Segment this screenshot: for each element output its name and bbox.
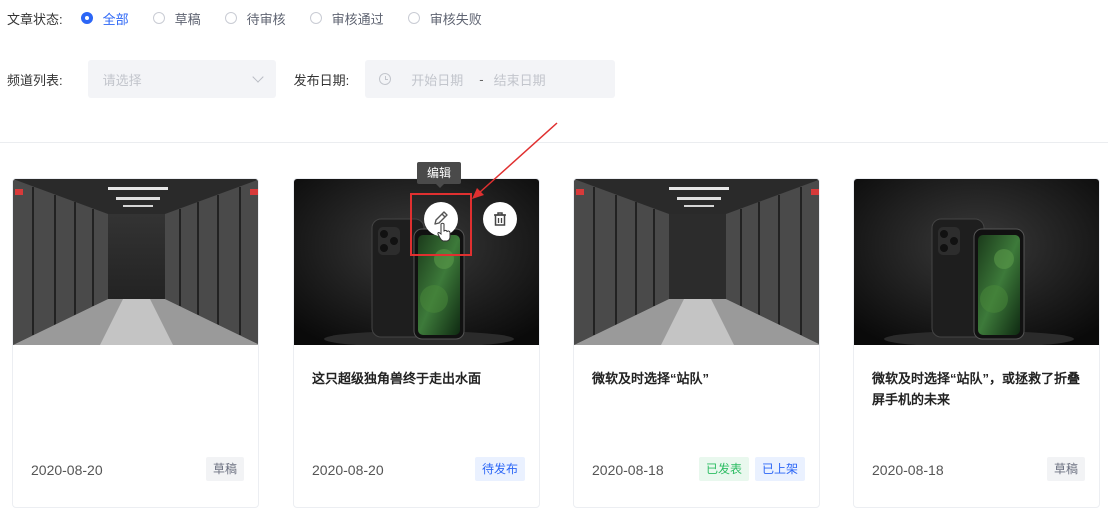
- article-title: 微软及时选择“站队”，或拯救了折叠屏手机的未来: [872, 371, 1081, 407]
- status-option-label: 草稿: [174, 11, 201, 27]
- channel-label: 频道列表:: [7, 72, 63, 88]
- date-separator: -: [479, 71, 484, 87]
- status-option-label: 待审核: [246, 11, 286, 27]
- article-date: 2020-08-20: [31, 462, 103, 478]
- trash-icon: [494, 212, 506, 226]
- publish-date-label: 发布日期:: [293, 72, 350, 88]
- status-filter: 文章状态: 全部 草稿 待审核 审核通过 审核失败: [7, 8, 482, 28]
- article-card[interactable]: 微软及时选择“站队”，或拯救了折叠屏手机的未来 2020-08-18 草稿: [853, 178, 1100, 508]
- status-badge: 已上架: [754, 457, 805, 481]
- divider: [0, 142, 1108, 143]
- delete-button[interactable]: [483, 202, 517, 236]
- end-date-placeholder[interactable]: 结束日期: [494, 70, 546, 89]
- status-option-draft[interactable]: 草稿: [152, 9, 201, 28]
- article-thumbnail-server-room: [574, 179, 819, 345]
- article-date: 2020-08-20: [312, 462, 384, 478]
- status-option-approved[interactable]: 审核通过: [309, 9, 384, 28]
- radio-icon: [152, 12, 165, 24]
- article-title: 这只超级独角兽终于走出水面: [312, 371, 482, 386]
- channel-date-filter: 频道列表: 请选择 发布日期: 开始日期 - 结束日期: [7, 60, 616, 98]
- article-thumbnail-server-room: [13, 179, 258, 345]
- radio-icon: [309, 12, 322, 24]
- article-date: 2020-08-18: [592, 462, 664, 478]
- article-card[interactable]: 微软及时选择“站队” 2020-08-18 已发表 已上架: [573, 178, 820, 508]
- article-thumbnail-phone: [854, 179, 1099, 345]
- edit-tooltip: 编辑: [417, 162, 461, 188]
- radio-icon: [224, 12, 237, 24]
- status-option-label: 审核失败: [429, 11, 482, 27]
- article-title: 微软及时选择“站队”: [592, 371, 710, 386]
- status-badge: 待发布: [474, 457, 525, 481]
- channel-placeholder: 请选择: [102, 72, 142, 88]
- chevron-down-icon: [251, 71, 264, 83]
- status-option-label: 全部: [102, 11, 129, 27]
- status-badge: 草稿: [1046, 457, 1085, 481]
- status-option-rejected[interactable]: 审核失败: [407, 9, 482, 28]
- clock-icon: [379, 73, 392, 85]
- status-badge: 已发表: [698, 457, 749, 481]
- channel-select[interactable]: 请选择: [87, 60, 276, 98]
- status-label: 文章状态:: [7, 11, 63, 27]
- article-date: 2020-08-18: [872, 462, 944, 478]
- radio-checked-icon: [80, 12, 93, 24]
- annotation-highlight-box: [410, 193, 472, 256]
- status-badge: 草稿: [205, 457, 244, 481]
- start-date-placeholder[interactable]: 开始日期: [411, 70, 463, 89]
- status-option-all[interactable]: 全部: [80, 9, 129, 28]
- status-option-pending[interactable]: 待审核: [224, 9, 286, 28]
- radio-icon: [407, 12, 420, 24]
- publish-date-range-picker[interactable]: 开始日期 - 结束日期: [365, 60, 616, 98]
- status-option-label: 审核通过: [331, 11, 384, 27]
- article-card[interactable]: 2020-08-20 草稿: [12, 178, 259, 508]
